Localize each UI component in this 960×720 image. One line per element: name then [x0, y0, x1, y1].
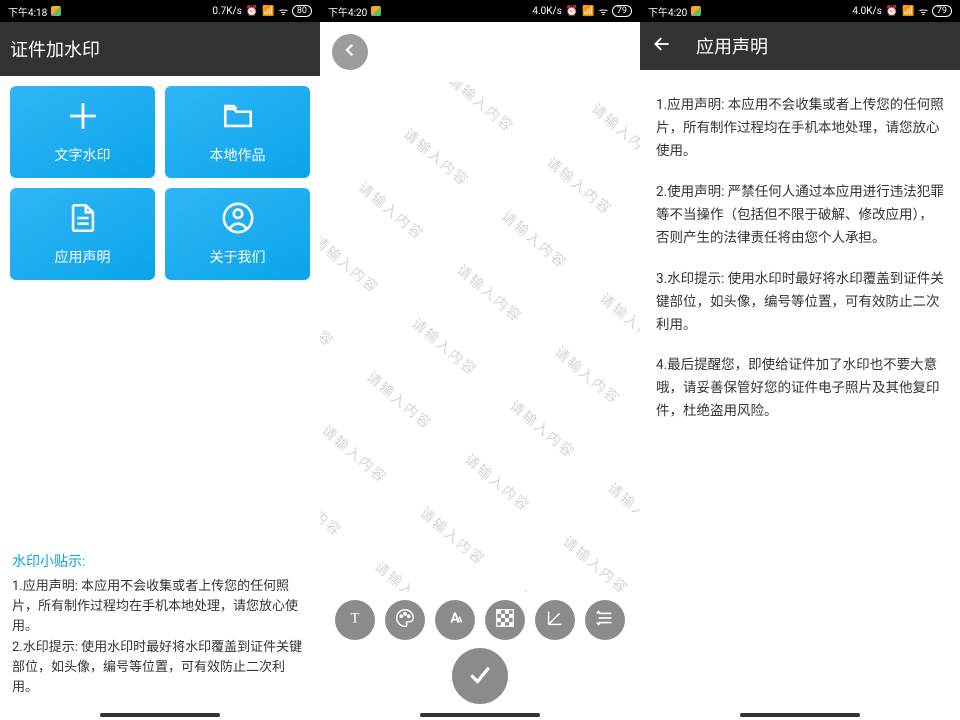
status-bar: 下午4:20 4.0K/s ⏰ 📶 ᯤ 79 — [320, 0, 640, 22]
tile-local-works[interactable]: 本地作品 — [165, 86, 310, 178]
wifi-icon: ᯤ — [279, 4, 288, 18]
text-icon: T — [344, 607, 366, 633]
status-net: 0.7K/s — [212, 6, 241, 17]
signal-icon: 📶 — [582, 6, 594, 17]
signal-icon: 📶 — [262, 6, 274, 17]
check-icon — [465, 659, 495, 693]
back-button[interactable] — [332, 34, 368, 70]
app-indicator-icon — [51, 6, 61, 16]
opacity-tool-button[interactable] — [485, 600, 525, 640]
app-indicator-icon — [691, 6, 701, 16]
nav-bar — [0, 708, 320, 720]
status-net: 4.0K/s — [532, 6, 561, 17]
statement-body: 1.应用声明: 本应用不会收集或者上传您的任何照片，所有制作过程均在手机本地处理… — [640, 70, 960, 708]
signal-icon: 📶 — [902, 6, 914, 17]
screen-home: 下午4:18 0.7K/s ⏰ 📶 ᯤ 80 证件加水印 文字水印 — [0, 0, 320, 720]
spacing-tool-button[interactable] — [585, 600, 625, 640]
user-icon — [221, 201, 255, 239]
tile-label: 本地作品 — [210, 145, 266, 165]
statement-para-1: 1.应用声明: 本应用不会收集或者上传您的任何照片，所有制作过程均在手机本地处理… — [656, 94, 944, 163]
statement-para-2: 2.使用声明: 严禁任何人通过本应用进行违法犯罪等不当操作（包括但不限于破解、修… — [656, 181, 944, 250]
status-bar: 下午4:18 0.7K/s ⏰ 📶 ᯤ 80 — [0, 0, 320, 22]
palette-icon — [394, 607, 416, 633]
angle-tool-button[interactable] — [535, 600, 575, 640]
screen-editor: 下午4:20 4.0K/s ⏰ 📶 ᯤ 79 请输入内容请输入内容请输入内容请输… — [320, 0, 640, 720]
statement-para-4: 4.最后提醒您，即使给证件加了水印也不要大意哦，请妥善保管好您的证件电子照片及其… — [656, 354, 944, 423]
tile-label: 文字水印 — [55, 145, 111, 165]
plus-icon — [66, 99, 100, 137]
status-bar: 下午4:20 4.0K/s ⏰ 📶 ᯤ 79 — [640, 0, 960, 22]
watermark-canvas[interactable]: 请输入内容请输入内容请输入内容请输入内容请输入内容请输入内容请输入内容请输入内容… — [320, 82, 640, 592]
status-battery: 79 — [612, 5, 632, 17]
status-net: 4.0K/s — [852, 6, 881, 17]
alarm-icon: ⏰ — [566, 6, 578, 17]
tile-label: 应用声明 — [55, 247, 111, 267]
tile-label: 关于我们 — [210, 247, 266, 267]
back-button[interactable] — [652, 34, 672, 59]
arrow-left-icon — [652, 38, 672, 59]
screen-statement: 下午4:20 4.0K/s ⏰ 📶 ᯤ 79 应用声明 1.应用声明: 本应用不… — [640, 0, 960, 720]
checker-icon — [494, 607, 516, 633]
tile-text-watermark[interactable]: 文字水印 — [10, 86, 155, 178]
alarm-icon: ⏰ — [246, 6, 258, 17]
home-indicator-icon — [740, 713, 860, 717]
document-icon — [66, 201, 100, 239]
spacing-icon — [594, 607, 616, 633]
status-battery: 79 — [932, 5, 952, 17]
wifi-icon: ᯤ — [599, 4, 608, 18]
app-indicator-icon — [371, 6, 381, 16]
wifi-icon: ᯤ — [919, 4, 928, 18]
status-time: 下午4:18 — [8, 4, 47, 19]
tile-app-statement[interactable]: 应用声明 — [10, 188, 155, 280]
home-indicator-icon — [100, 713, 220, 717]
alarm-icon: ⏰ — [886, 6, 898, 17]
text-tool-button[interactable]: T — [335, 600, 375, 640]
status-battery: 80 — [292, 5, 312, 17]
font-tool-button[interactable]: AA — [435, 600, 475, 640]
editor-toolbar: T AA — [320, 592, 640, 648]
confirm-button[interactable] — [452, 648, 508, 704]
watermark-preview: 请输入内容请输入内容请输入内容请输入内容请输入内容请输入内容请输入内容请输入内容… — [320, 82, 640, 592]
color-tool-button[interactable] — [385, 600, 425, 640]
svg-text:A: A — [457, 616, 463, 626]
status-time: 下午4:20 — [648, 4, 687, 19]
tile-about-us[interactable]: 关于我们 — [165, 188, 310, 280]
angle-icon — [544, 607, 566, 633]
nav-bar — [640, 708, 960, 720]
statement-para-3: 3.水印提示: 使用水印时最好将水印覆盖到证件关键部位，如头像，编号等位置，可有… — [656, 268, 944, 337]
page-title: 应用声明 — [696, 33, 768, 59]
font-icon: AA — [444, 607, 466, 633]
nav-bar — [320, 708, 640, 720]
chevron-left-icon — [341, 41, 359, 63]
home-indicator-icon — [420, 713, 540, 717]
folder-icon — [221, 99, 255, 137]
tips-text-1: 1.应用声明: 本应用不会收集或者上传您的任何照片，所有制作过程均在手机本地处理… — [0, 577, 320, 637]
tips-text-2: 2.水印提示: 使用水印时最好将水印覆盖到证件关键部位，如头像，编号等位置，可有… — [0, 638, 320, 698]
svg-text:T: T — [351, 611, 360, 627]
status-time: 下午4:20 — [328, 4, 367, 19]
app-title: 证件加水印 — [0, 22, 320, 76]
tips-title: 水印小贴示: — [0, 551, 320, 577]
